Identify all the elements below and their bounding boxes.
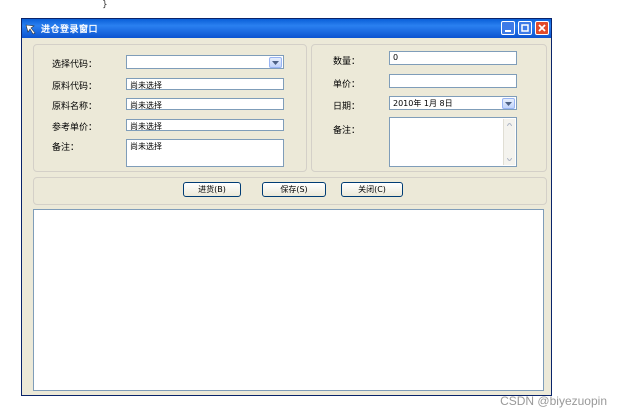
scroll-up-icon[interactable] — [504, 119, 515, 130]
calendar-dropdown-icon[interactable] — [502, 98, 515, 109]
close-button[interactable]: 关闭(C) — [341, 182, 403, 197]
save-button[interactable]: 保存(S) — [262, 182, 326, 197]
remark-textarea-left[interactable]: 尚未选择 — [126, 139, 284, 167]
records-list[interactable] — [33, 209, 544, 391]
ref-price-label: 参考单价： — [52, 123, 98, 133]
remark-label-left: 备注： — [52, 143, 80, 153]
window-title: 进仓登录窗口 — [41, 25, 99, 35]
date-value: 2010年 1月 8日 — [393, 99, 453, 108]
stock-in-window: 进仓登录窗口 选择代码： 原料代码： 尚未选择 原料名称： 尚未选择 参考单价：… — [21, 18, 552, 396]
date-label: 日期： — [333, 102, 361, 112]
stray-brace-text: } — [102, 0, 108, 10]
watermark-text: CSDN @biyezuopin — [500, 394, 607, 408]
select-code-label: 选择代码： — [52, 60, 98, 70]
select-code-combobox[interactable] — [126, 55, 284, 69]
action-bar: 进货(B) 保存(S) 关闭(C) — [33, 177, 547, 205]
date-picker[interactable]: 2010年 1月 8日 — [389, 96, 517, 110]
scroll-down-icon[interactable] — [504, 154, 515, 165]
quantity-field[interactable]: 0 — [389, 51, 517, 65]
material-code-field[interactable]: 尚未选择 — [126, 78, 284, 90]
material-name-field[interactable]: 尚未选择 — [126, 98, 284, 110]
material-code-label: 原料代码： — [52, 82, 98, 92]
ref-price-field[interactable]: 尚未选择 — [126, 119, 284, 131]
minimize-icon[interactable] — [501, 21, 515, 35]
textarea-scrollbar[interactable] — [503, 119, 515, 165]
remark-label-right: 备注： — [333, 126, 361, 136]
quantity-label: 数量： — [333, 57, 361, 67]
unit-price-field[interactable] — [389, 74, 517, 88]
close-icon[interactable] — [535, 21, 549, 35]
maximize-icon[interactable] — [518, 21, 532, 35]
material-name-label: 原料名称： — [52, 102, 98, 112]
app-arrow-icon — [25, 23, 37, 35]
stock-in-button[interactable]: 进货(B) — [183, 182, 241, 197]
stock-detail-group: 数量： 0 单价： 日期： 2010年 1月 8日 备注： — [311, 44, 547, 172]
material-info-group: 选择代码： 原料代码： 尚未选择 原料名称： 尚未选择 参考单价： 尚未选择 备… — [33, 44, 307, 172]
unit-price-label: 单价： — [333, 80, 361, 90]
remark-textarea-right[interactable] — [389, 117, 517, 167]
title-bar[interactable]: 进仓登录窗口 — [22, 19, 551, 38]
chevron-down-icon[interactable] — [269, 57, 282, 68]
